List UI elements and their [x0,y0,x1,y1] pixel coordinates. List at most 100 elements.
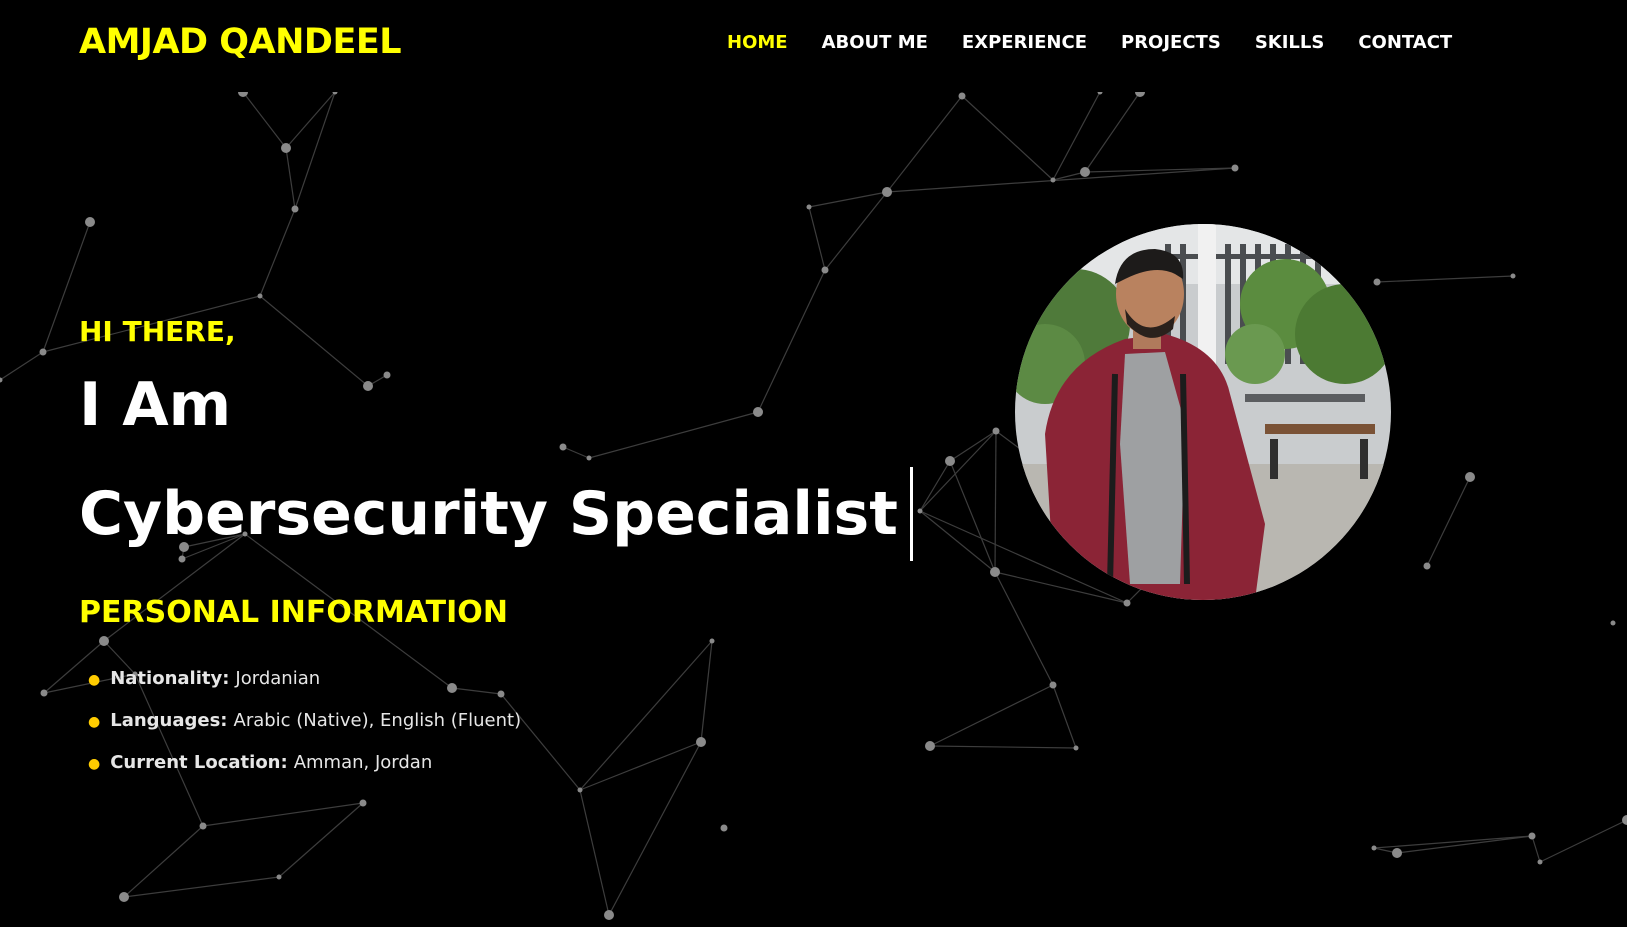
list-item: ● Languages: Arabic (Native), English (F… [88,710,521,752]
network-node [257,293,263,299]
personal-info-title: PERSONAL INFORMATION [79,595,508,630]
info-label-nationality: Nationality: [110,668,230,689]
navbar: AMJAD QANDEEL HOME ABOUT ME EXPERIENCE P… [0,0,1627,92]
hero-role-text: Cybersecurity Specialist [79,479,898,549]
network-node [1080,167,1090,177]
network-edge [285,91,336,149]
network-node [696,737,706,747]
network-edge [562,446,590,459]
network-edge [700,640,713,743]
network-node [577,787,583,793]
network-node [1049,681,1057,689]
network-edge [919,510,996,573]
network-node [806,204,812,210]
network-node [1423,562,1431,570]
network-node [559,443,567,451]
network-edge [886,167,1236,193]
network-node [99,636,109,646]
nav-link-about-me[interactable]: ABOUT ME [822,32,928,53]
network-edge [808,191,888,208]
network-edge [1531,835,1541,863]
network-edge [259,295,369,387]
nav-menu: HOME ABOUT ME EXPERIENCE PROJECTS SKILLS… [710,32,1469,53]
info-value-location: Amman, Jordan [293,752,433,773]
network-edge [1426,476,1471,567]
personal-info-list: ● Nationality: Jordanian ● Languages: Ar… [88,668,521,794]
nav-link-home[interactable]: HOME [727,32,788,53]
bullet-icon: ● [88,756,101,772]
network-node [119,892,129,902]
network-node [383,371,391,379]
network-edge [994,571,1054,686]
network-edge [929,684,1054,747]
network-node [882,187,892,197]
network-node [1465,472,1475,482]
network-edge [0,351,44,381]
profile-photo [1015,224,1391,600]
network-node [1610,620,1616,626]
brand-logo[interactable]: AMJAD QANDEEL [79,22,402,62]
typing-cursor [909,467,913,561]
network-edge [961,95,1054,181]
network-node [917,508,923,514]
network-edge [886,95,963,193]
network-node [40,689,48,697]
hero-headline-intro: I Am [79,370,232,440]
network-edge [579,789,610,916]
network-edge [808,206,826,271]
network-edge [949,460,996,573]
hero-section: HI THERE, I Am Cybersecurity Specialist [79,315,913,561]
info-value-languages: Arabic (Native), English (Fluent) [233,710,522,731]
network-node [363,381,373,391]
network-node [1528,832,1536,840]
network-edge [929,745,1077,749]
list-item: ● Nationality: Jordanian [88,668,521,710]
network-node [281,143,291,153]
network-edge [1376,275,1514,283]
network-node [709,638,715,644]
network-node [958,92,966,100]
nav-link-experience[interactable]: EXPERIENCE [962,32,1087,53]
hero-headline-role: Cybersecurity Specialist [79,467,913,561]
nav-link-projects[interactable]: PROJECTS [1121,32,1221,53]
network-node [720,824,728,832]
network-edge [608,741,702,916]
hero-greeting: HI THERE, [79,315,236,348]
bullet-icon: ● [88,714,101,730]
nav-link-contact[interactable]: CONTACT [1358,32,1452,53]
network-edge [285,147,296,210]
info-label-languages: Languages: [110,710,228,731]
network-edge [1539,819,1627,863]
network-node [1537,859,1543,865]
network-edge [1052,684,1077,749]
network-node [821,266,829,274]
network-node [1510,273,1516,279]
network-edge [588,411,759,459]
network-node [1073,745,1079,751]
network-node [291,205,299,213]
network-node [1622,815,1627,825]
list-item: ● Current Location: Amman, Jordan [88,752,521,794]
network-node [85,217,95,227]
network-node [604,910,614,920]
network-edge [1052,91,1101,181]
network-edge [278,802,364,878]
network-node [945,456,955,466]
network-edge [919,430,997,512]
network-edge [824,191,888,271]
network-edge [294,91,336,210]
network-edge [757,269,826,413]
network-edge [579,640,713,791]
nav-link-skills[interactable]: SKILLS [1255,32,1325,53]
network-node [925,741,935,751]
network-edge [949,430,997,462]
network-edge [123,825,204,898]
network-node [1050,177,1056,183]
network-edge [579,741,702,791]
network-node [992,427,1000,435]
network-node [199,822,207,830]
network-node [39,348,47,356]
network-node [1371,845,1377,851]
network-node [753,407,763,417]
info-value-nationality: Jordanian [235,668,321,689]
